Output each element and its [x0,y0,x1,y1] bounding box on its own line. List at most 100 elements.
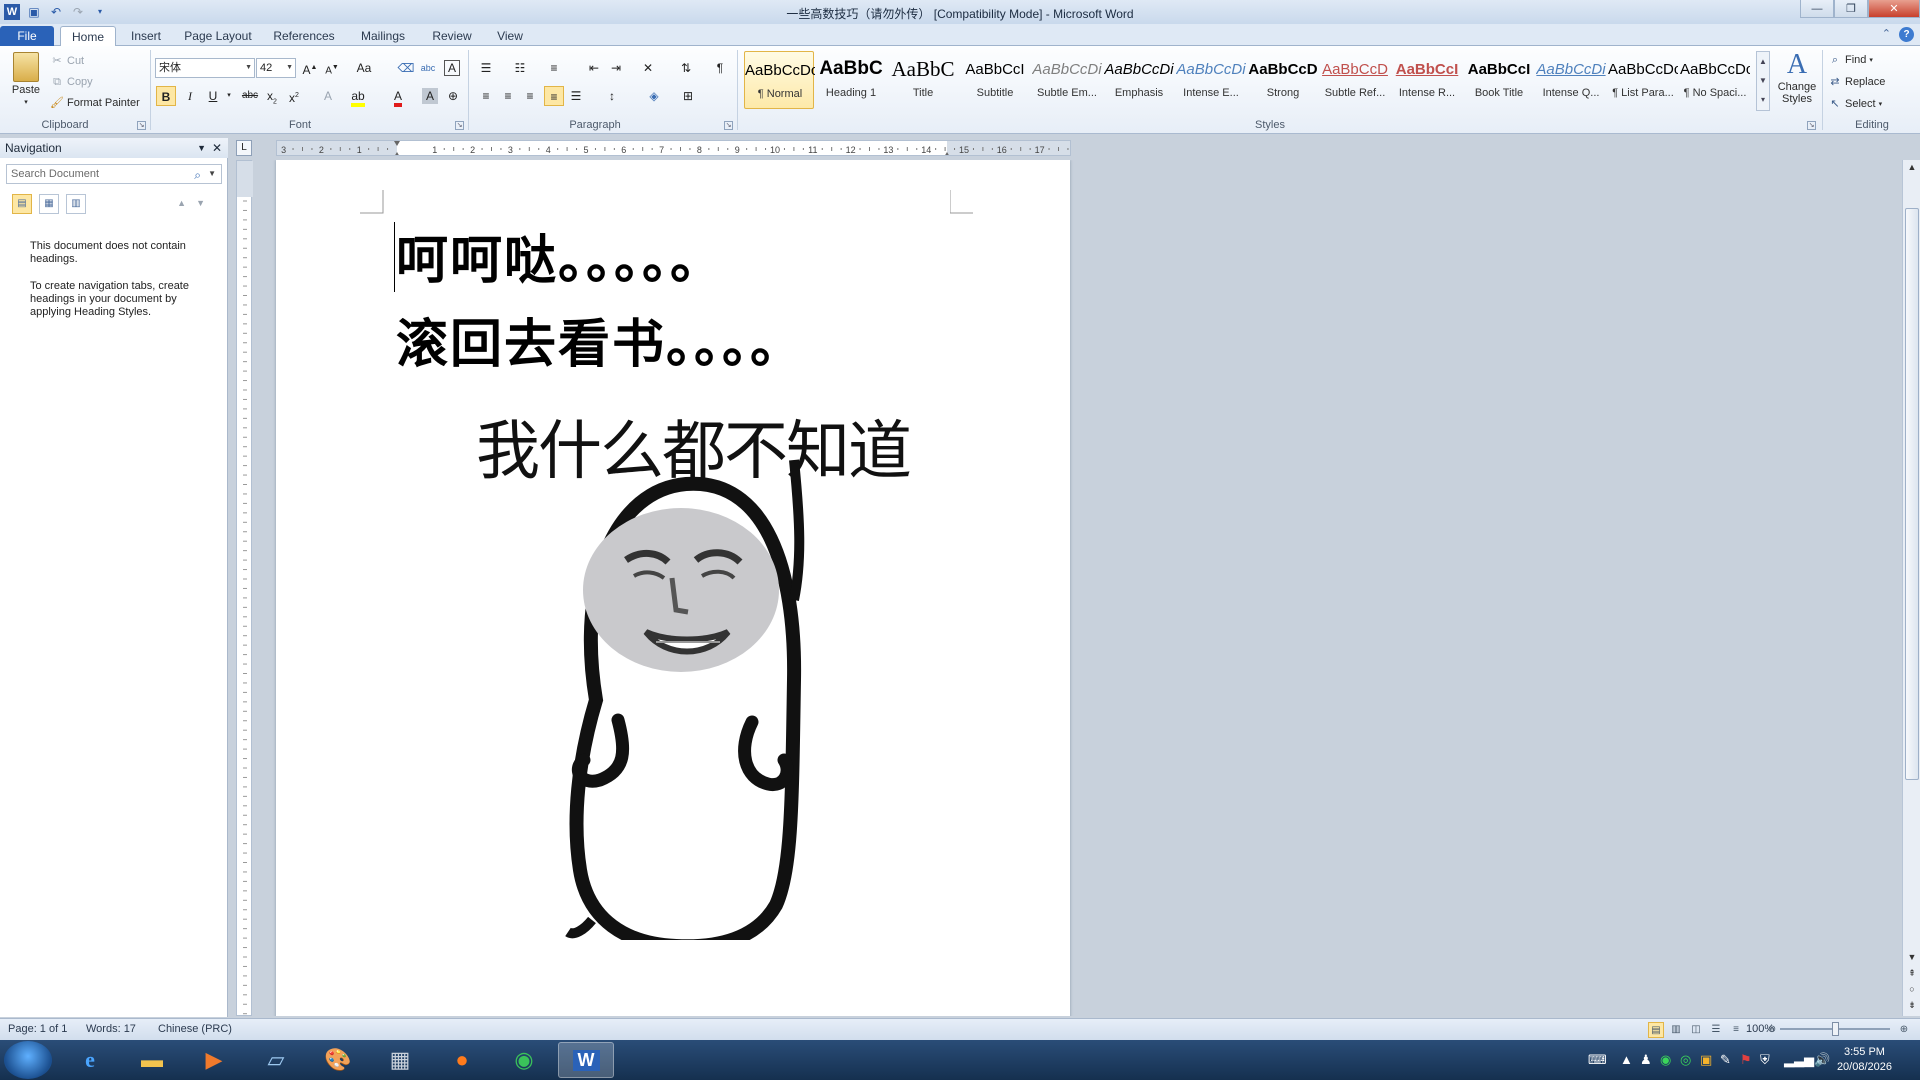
clear-formatting-icon[interactable]: ⌫ [396,58,416,78]
style-subtitle[interactable]: AaBbCcI Subtitle [960,51,1030,109]
align-center-icon[interactable]: ≡ [498,86,518,106]
subscript-button[interactable]: x2 [262,86,282,106]
tab-review[interactable]: Review [424,26,480,46]
paste-dropdown-icon[interactable]: ▾ [24,98,28,106]
minimize-button[interactable]: — [1800,0,1834,18]
style-subtle-emphasis[interactable]: AaBbCcDi Subtle Em... [1032,51,1102,109]
tab-insert[interactable]: Insert [122,26,170,46]
show-hidden-icons-icon[interactable]: ▲ [1620,1052,1633,1067]
close-button[interactable]: ✕ [1868,0,1920,18]
borders-icon[interactable]: ⊞ [678,86,698,106]
style-heading-1[interactable]: AaBbC Heading 1 [816,51,886,109]
tab-selector-icon[interactable]: L [236,140,252,156]
tray-security-icon[interactable]: ⛨ [1760,1052,1770,1068]
keyboard-icon[interactable]: ⌨ [1588,1052,1607,1068]
vertical-scrollbar[interactable]: ▲ ▼ ⇞ ○ ⇟ [1902,160,1920,1016]
bullets-icon[interactable]: ☰ [476,58,496,78]
chevron-down-icon[interactable]: ▼ [208,165,216,183]
tab-references[interactable]: References [266,26,342,46]
outline-icon[interactable]: ☰ [1708,1022,1724,1038]
line-spacing-icon[interactable]: ↕ [602,86,622,106]
search-document-input[interactable]: Search Document ⌕ ▼ [6,164,222,184]
font-size-combo[interactable]: 42 ▼ [256,58,296,78]
paragraph-launcher-icon[interactable]: ↘ [724,121,733,130]
wechat-icon[interactable]: ◉ [1660,1052,1671,1068]
font-launcher-icon[interactable]: ↘ [455,121,464,130]
help-icon[interactable]: ? [1899,27,1914,42]
start-button-icon[interactable] [4,1041,52,1079]
font-name-combo[interactable]: 宋体 ▼ [155,58,255,78]
change-case-button[interactable]: Aa [354,58,374,78]
vertical-ruler[interactable] [236,160,253,1016]
sort-icon[interactable]: ⇅ [676,58,696,78]
copy-button[interactable]: ⧉ Copy [50,73,93,91]
language-indicator[interactable]: Chinese (PRC) [158,1023,232,1035]
strikethrough-button[interactable]: abc [240,86,260,106]
tray-folder-icon[interactable]: ▣ [1700,1052,1712,1068]
styles-launcher-icon[interactable]: ↘ [1807,121,1816,130]
scroll-down-icon[interactable]: ▼ [1903,952,1920,962]
next-page-icon[interactable]: ⇟ [1903,1000,1920,1011]
style-intense-reference[interactable]: AaBbCcI Intense R... [1392,51,1462,109]
style-list-paragraph[interactable]: AaBbCcDc ¶ List Para... [1608,51,1678,109]
scrollbar-thumb[interactable] [1905,208,1919,780]
browse-pages-icon[interactable]: ▦ [39,194,59,214]
minimize-ribbon-icon[interactable]: ⌃ [1882,27,1891,42]
volume-icon[interactable]: 🔊 [1814,1052,1830,1068]
file-explorer-icon[interactable]: ▬ [124,1042,180,1078]
document-line-2[interactable]: 滚回去看书。。。。 [396,302,804,377]
shading-icon[interactable]: ◈ [644,86,664,106]
paint-icon[interactable]: 🎨 [310,1042,366,1078]
style-strong[interactable]: AaBbCcD Strong [1248,51,1318,109]
internet-explorer-icon[interactable]: e [62,1042,118,1078]
cut-button[interactable]: ✂ Cut [50,52,84,70]
justify-icon[interactable]: ≡ [544,86,564,106]
style-title[interactable]: AaBbC Title [888,51,958,109]
more-styles-icon[interactable]: ▾ [1757,90,1769,109]
browse-headings-icon[interactable]: ▤ [12,194,32,214]
replace-button[interactable]: ⇄ Replace [1828,73,1885,91]
document-line-1[interactable]: 呵呵哒。。。。。 [396,218,724,293]
document-page[interactable]: 呵呵哒。。。。。 滚回去看书。。。。 我什么都不知道 [276,160,1070,1016]
calculator-icon[interactable]: ▦ [372,1042,428,1078]
print-layout-icon[interactable]: ▤ [1648,1022,1664,1038]
grow-font-button[interactable]: A▲ [300,58,320,78]
underline-dropdown-icon[interactable]: ▾ [219,86,239,106]
network-icon[interactable]: ▂▃▅ [1784,1052,1814,1068]
tab-mailings[interactable]: Mailings [352,26,414,46]
tab-view[interactable]: View [490,26,530,46]
select-browse-object-icon[interactable]: ○ [1903,984,1920,994]
enclose-circle-icon[interactable]: ⊕ [443,86,463,106]
action-center-icon[interactable]: ⚑ [1740,1052,1752,1068]
tab-page-layout[interactable]: Page Layout [180,26,256,46]
zoom-slider-knob[interactable] [1832,1022,1839,1036]
highlight-color-icon[interactable]: ab [348,86,368,107]
previous-page-icon[interactable]: ⇞ [1903,968,1920,979]
chevron-down-icon[interactable]: ▼ [1757,71,1769,90]
style-emphasis[interactable]: AaBbCcDi Emphasis [1104,51,1174,109]
decrease-indent-icon[interactable]: ⇤ [584,58,604,78]
zoom-slider[interactable] [1780,1022,1890,1036]
full-screen-reading-icon[interactable]: ▥ [1668,1022,1684,1038]
media-player-icon[interactable]: ▶ [186,1042,242,1078]
style-no-spacing[interactable]: AaBbCcDc ¶ No Spaci... [1680,51,1750,109]
style-intense-emphasis[interactable]: AaBbCcDi Intense E... [1176,51,1246,109]
web-layout-icon[interactable]: ◫ [1688,1022,1704,1038]
superscript-button[interactable]: x2 [284,86,304,106]
style-intense-quote[interactable]: AaBbCcDi Intense Q... [1536,51,1606,109]
phonetic-guide-icon[interactable]: abc [418,58,438,78]
italic-button[interactable]: I [180,86,200,106]
change-styles-button[interactable]: A Change Styles [1774,50,1820,116]
bold-button[interactable]: B [156,86,176,106]
show-marks-icon[interactable]: ¶ [710,58,730,78]
chevron-down-icon[interactable]: ▼ [197,138,206,158]
zoom-in-icon[interactable]: ⊕ [1896,1022,1912,1038]
style-book-title[interactable]: AaBbCcI Book Title [1464,51,1534,109]
word-count[interactable]: Words: 17 [86,1023,136,1035]
scroll-up-icon[interactable]: ▲ [1903,162,1920,172]
zoom-out-icon[interactable]: ⊖ [1764,1022,1780,1038]
system-clock[interactable]: 3:55 PM 20/08/2026 [1837,1045,1892,1075]
close-icon[interactable]: ✕ [212,138,222,158]
word-taskbar-icon[interactable]: W [558,1042,614,1078]
enclose-characters-icon[interactable]: A [444,60,460,76]
